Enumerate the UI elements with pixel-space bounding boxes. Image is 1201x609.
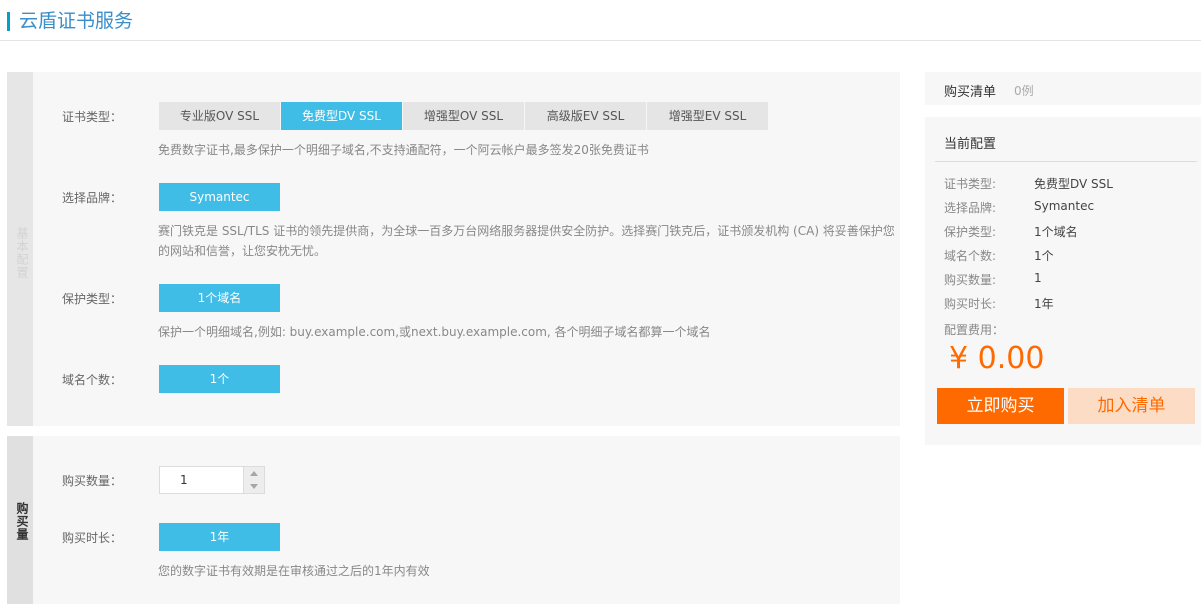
cert-type-options: 专业版OV SSL 免费型DV SSL 增强型OV SSL 高级版EV SSL … [159, 102, 769, 130]
quantity-label: 购买数量： [62, 474, 123, 488]
summary-value: Symantec [1034, 199, 1095, 213]
cert-type-option-advanced-ev[interactable]: 高级版EV SSL [525, 102, 647, 130]
cert-type-option-pro-ov[interactable]: 专业版OV SSL [159, 102, 281, 130]
config-summary-panel: 当前配置 证书类型: 免费型DV SSL 选择品牌: Symantec 保护类型… [925, 117, 1201, 445]
summary-value: 1年 [1034, 297, 1054, 311]
summary-key: 购买数量: [944, 273, 997, 287]
arrow-up-icon [250, 471, 258, 476]
protect-type-description: 保护一个明细域名,例如: buy.example.com,或next.buy.e… [158, 325, 711, 339]
cert-type-option-enhanced-ov[interactable]: 增强型OV SSL [403, 102, 525, 130]
cert-type-option-enhanced-ev[interactable]: 增强型EV SSL [647, 102, 769, 130]
cert-type-option-free-dv[interactable]: 免费型DV SSL [281, 102, 403, 130]
purchase-section: 购买量 购买数量： 购买时长： 1年 您的数字证书有效期是在审核通过之后的1年内… [7, 436, 900, 604]
quantity-stepper-buttons [243, 466, 265, 494]
cart-title: 购买清单 [944, 85, 997, 100]
cert-type-description: 免费数字证书,最多保护一个明细子域名,不支持通配符，一个阿云帐户最多签发20张免… [158, 143, 649, 157]
add-to-cart-button[interactable]: 加入清单 [1068, 388, 1195, 424]
brand-description-line1: 赛门铁克是 SSL/TLS 证书的领先提供商，为全球一百多万台网络服务器提供安全… [158, 224, 895, 238]
quantity-input[interactable] [159, 466, 243, 494]
page-header: 云盾证书服务 [0, 0, 1201, 41]
buy-now-button[interactable]: 立即购买 [937, 388, 1064, 424]
fee-label: 配置费用： [944, 323, 1005, 337]
brand-label: 选择品牌： [62, 191, 123, 205]
section-tab-basic-config: 基本配置 [7, 72, 33, 426]
page-title: 云盾证书服务 [19, 10, 134, 32]
price: ¥ 0.00 [949, 341, 1045, 376]
section-tab-purchase: 购买量 [7, 436, 33, 604]
summary-value: 免费型DV SSL [1034, 177, 1113, 191]
summary-key: 域名个数: [944, 249, 997, 263]
summary-key: 购买时长: [944, 297, 997, 311]
arrow-down-icon [250, 484, 258, 489]
cart-bar[interactable]: 购买清单 0例 [925, 72, 1201, 105]
section-tab-label: 购买量 [15, 502, 29, 541]
cert-type-label: 证书类型： [62, 110, 123, 124]
duration-label: 购买时长： [62, 531, 123, 545]
basic-config-section: 基本配置 证书类型： 专业版OV SSL 免费型DV SSL 增强型OV SSL… [7, 72, 900, 426]
duration-description: 您的数字证书有效期是在审核通过之后的1年内有效 [158, 564, 430, 578]
summary-key: 保护类型: [944, 225, 997, 239]
domain-count-option[interactable]: 1个 [159, 365, 280, 393]
domain-count-label: 域名个数： [62, 373, 123, 387]
protect-type-label: 保护类型： [62, 292, 123, 306]
summary-value: 1 [1034, 271, 1042, 285]
increment-button[interactable] [244, 467, 264, 480]
summary-value: 1个 [1034, 249, 1054, 263]
duration-option-one-year[interactable]: 1年 [159, 523, 280, 551]
summary-title: 当前配置 [944, 137, 997, 152]
cart-count: 0例 [1014, 84, 1034, 98]
section-tab-label: 基本配置 [15, 227, 29, 279]
summary-key: 证书类型: [944, 177, 997, 191]
protect-type-option-one-domain[interactable]: 1个域名 [159, 284, 280, 312]
decrement-button[interactable] [244, 480, 264, 493]
brand-option-symantec[interactable]: Symantec [159, 183, 280, 211]
summary-divider [935, 161, 1197, 162]
title-accent-bar [7, 12, 10, 31]
quantity-stepper [159, 466, 265, 494]
summary-value: 1个域名 [1034, 225, 1078, 239]
brand-description-line2: 的网站和信誉，让您安枕无忧。 [158, 244, 327, 258]
summary-key: 选择品牌: [944, 201, 997, 215]
